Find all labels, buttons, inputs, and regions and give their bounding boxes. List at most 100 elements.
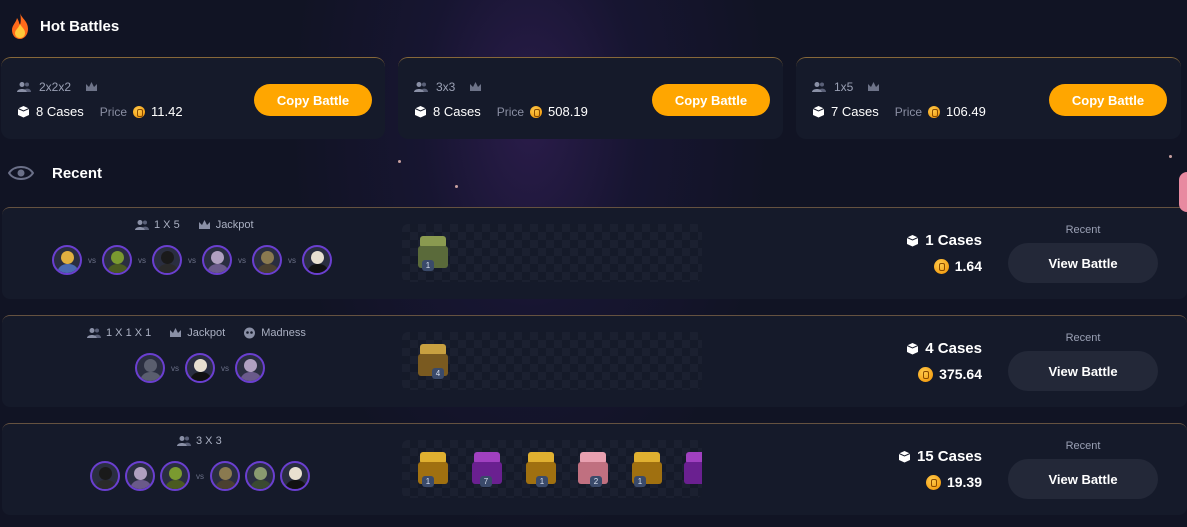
battle-price-total: 19.39 xyxy=(925,474,982,490)
case-item[interactable]: 1 xyxy=(418,236,448,271)
coin-icon xyxy=(928,105,941,118)
player-avatar[interactable] xyxy=(125,461,155,491)
battle-price-total: 1.64 xyxy=(933,258,982,274)
case-count: 1 xyxy=(422,260,434,271)
price-label: Price xyxy=(99,104,128,119)
battle-price-total: 375.64 xyxy=(918,366,982,382)
hot-battle-card: 3x3 8 Cases Price 508.19 Copy Battle xyxy=(398,57,783,139)
player-avatar[interactable] xyxy=(160,461,190,491)
battle-status: Recent xyxy=(1065,224,1101,236)
battle-cases: 15 Cases xyxy=(916,448,982,465)
cases-strip: 4 xyxy=(402,332,702,390)
player-avatar[interactable] xyxy=(252,245,282,275)
hot-battle-info-row: 7 Cases Price 106.49 xyxy=(812,104,986,119)
vs-label: vs xyxy=(88,255,96,265)
case-count: 2 xyxy=(590,476,602,487)
case-count: 1 xyxy=(634,476,646,487)
case-box-icon xyxy=(907,343,919,355)
battle-price: 19.39 xyxy=(946,474,982,490)
case-item[interactable]: 4 xyxy=(418,344,448,379)
fire-icon xyxy=(12,13,28,39)
sparkle-decoration xyxy=(398,160,401,163)
vs-label: vs xyxy=(138,255,146,265)
player-avatar[interactable] xyxy=(185,353,215,383)
battle-tag: Madness xyxy=(261,327,306,339)
vs-label: vs xyxy=(196,471,204,481)
hot-battle-mode: 2x2x2 xyxy=(39,80,72,94)
case-item[interactable] xyxy=(684,452,702,486)
player-avatar[interactable] xyxy=(152,245,182,275)
user-icon xyxy=(812,82,826,92)
copy-battle-button[interactable]: Copy Battle xyxy=(1049,84,1167,116)
player-avatar[interactable] xyxy=(210,461,240,491)
case-box-icon xyxy=(17,106,30,118)
user-icon xyxy=(17,82,31,92)
player-list: vs xyxy=(90,461,315,491)
hot-battle-cases: 8 Cases xyxy=(36,104,84,119)
view-battle-button[interactable]: View Battle xyxy=(1008,243,1158,283)
price-label: Price xyxy=(894,104,923,119)
case-item[interactable]: 1 xyxy=(632,452,662,487)
vs-label: vs xyxy=(221,363,229,373)
case-box-icon xyxy=(414,106,427,118)
battle-status: Recent xyxy=(1065,440,1101,452)
case-item[interactable]: 1 xyxy=(418,452,448,487)
recent-title: Recent xyxy=(52,164,103,182)
hot-battle-price: 508.19 xyxy=(548,104,588,119)
player-avatar[interactable] xyxy=(135,353,165,383)
battle-mode: 1 X 1 X 1 xyxy=(106,327,152,339)
eye-icon xyxy=(8,166,34,180)
crown-icon xyxy=(198,220,210,229)
battle-mode-item: 1 X 1 X 1 xyxy=(87,327,151,339)
sparkle-decoration xyxy=(455,185,458,188)
view-battle-button[interactable]: View Battle xyxy=(1008,459,1158,499)
hot-battles-title: Hot Battles xyxy=(40,17,120,35)
player-avatar[interactable] xyxy=(90,461,120,491)
battle-status: Recent xyxy=(1065,332,1101,344)
battle-price: 375.64 xyxy=(939,366,982,382)
hot-battle-mode-row: 2x2x2 xyxy=(17,80,98,94)
player-avatar[interactable] xyxy=(102,245,132,275)
hot-battle-card: 2x2x2 8 Cases Price 11.42 Copy Battle xyxy=(1,57,385,139)
coin-icon xyxy=(925,474,941,490)
player-avatar[interactable] xyxy=(302,245,332,275)
battle-mode-item: 3 X 3 xyxy=(177,435,222,447)
case-item[interactable]: 1 xyxy=(526,452,556,487)
case-item[interactable]: 7 xyxy=(472,452,502,487)
case-item[interactable]: 2 xyxy=(578,452,608,487)
battle-tag-item: Jackpot xyxy=(169,327,225,339)
battle-row: 1 X 1 X 1 Jackpot Madness vs vs 4 4 Case… xyxy=(2,315,1187,407)
case-box-icon xyxy=(812,106,825,118)
battle-mode-item: 1 X 5 xyxy=(135,219,180,231)
user-icon xyxy=(87,328,101,338)
case-box-icon xyxy=(898,451,911,463)
coin-icon xyxy=(530,105,543,118)
cases-strip: 1 7 1 2 1 xyxy=(402,440,702,498)
crown-icon xyxy=(170,328,182,337)
coin-icon xyxy=(933,258,949,274)
battle-mode: 3 X 3 xyxy=(196,435,222,447)
player-avatar[interactable] xyxy=(235,353,265,383)
battle-tag-item: Madness xyxy=(243,327,306,339)
battle-tag: Jackpot xyxy=(187,327,226,339)
view-battle-button[interactable]: View Battle xyxy=(1008,351,1158,391)
player-avatar[interactable] xyxy=(280,461,310,491)
vs-label: vs xyxy=(238,255,246,265)
copy-battle-button[interactable]: Copy Battle xyxy=(254,84,372,116)
player-avatar[interactable] xyxy=(52,245,82,275)
hot-battle-price: 106.49 xyxy=(946,104,986,119)
case-count: 4 xyxy=(432,368,444,379)
hot-battle-cases: 7 Cases xyxy=(831,104,879,119)
sparkle-decoration xyxy=(1169,155,1172,158)
battle-tag-item: Jackpot xyxy=(198,219,254,231)
hot-battle-mode-row: 1x5 xyxy=(812,80,880,94)
hot-battle-info-row: 8 Cases Price 11.42 xyxy=(17,104,183,119)
coin-icon xyxy=(918,366,934,382)
battle-meta: 1 X 1 X 1 Jackpot Madness xyxy=(87,327,306,339)
player-avatar[interactable] xyxy=(245,461,275,491)
player-avatar[interactable] xyxy=(202,245,232,275)
battle-meta: 3 X 3 xyxy=(177,435,222,447)
hot-battle-info-row: 8 Cases Price 508.19 xyxy=(414,104,588,119)
copy-battle-button[interactable]: Copy Battle xyxy=(652,84,770,116)
vs-label: vs xyxy=(171,363,179,373)
